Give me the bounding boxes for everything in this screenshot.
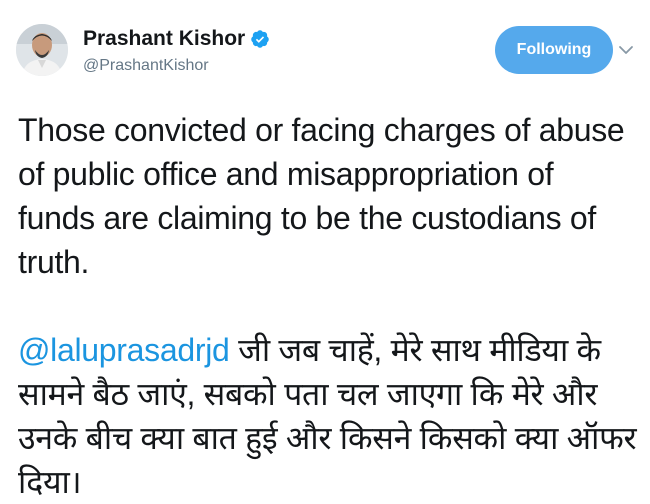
tweet-header: Prashant Kishor @PrashantKishor Followin… [16, 16, 634, 88]
verified-badge-icon [250, 29, 270, 49]
tweet-text: Those convicted or facing charges of abu… [18, 108, 638, 504]
tweet-card: Prashant Kishor @PrashantKishor Followin… [0, 0, 650, 500]
tweet-paragraph-hindi: @laluprasadrjd जी जब चाहें, मेरे साथ मीड… [18, 328, 638, 504]
mention-link[interactable]: @laluprasadrjd [18, 332, 230, 368]
user-info: Prashant Kishor @PrashantKishor [83, 26, 270, 75]
display-name[interactable]: Prashant Kishor [83, 27, 245, 51]
display-name-row: Prashant Kishor [83, 26, 270, 52]
chevron-down-icon[interactable] [618, 42, 634, 58]
following-button[interactable]: Following [495, 26, 613, 74]
user-handle[interactable]: @PrashantKishor [83, 57, 270, 75]
avatar[interactable] [16, 24, 68, 76]
tweet-paragraph-english: Those convicted or facing charges of abu… [18, 112, 625, 280]
